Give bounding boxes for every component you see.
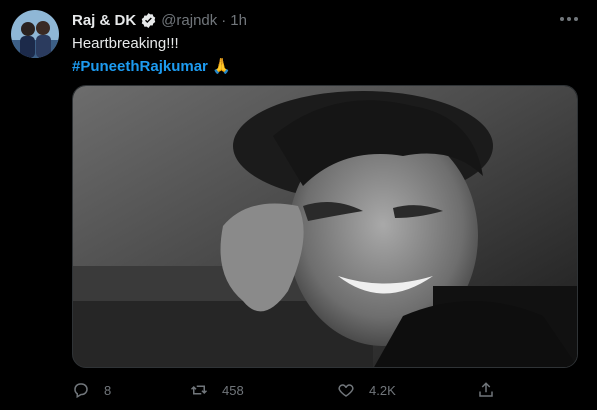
tweet-actions-bar: 8 458 4.2K [72, 374, 512, 406]
avatar[interactable] [11, 10, 59, 58]
tweet-hashtag-line: #PuneethRajkumar 🙏 [72, 55, 231, 78]
retweet-icon [190, 385, 208, 395]
verified-badge-icon [140, 12, 157, 29]
more-options-button[interactable] [555, 8, 583, 30]
share-icon [479, 382, 493, 397]
timestamp[interactable]: 1h [230, 12, 247, 29]
tweet-text: Heartbreaking!!! #PuneethRajkumar 🙏 [72, 33, 231, 78]
display-name[interactable]: Raj & DK [72, 12, 136, 29]
user-handle[interactable]: @rajndk [161, 12, 217, 29]
portrait-photo [73, 86, 577, 367]
retweet-button[interactable]: 458 [190, 374, 244, 406]
more-icon [560, 17, 578, 21]
folded-hands-emoji: 🙏 [212, 57, 231, 75]
like-button[interactable]: 4.2K [337, 374, 396, 406]
reply-count: 8 [104, 382, 112, 398]
like-count: 4.2K [369, 382, 396, 398]
avatar-image [11, 10, 59, 58]
tweet-header: Raj & DK @rajndk · 1h [72, 10, 247, 30]
heart-icon [338, 384, 354, 397]
tweet-text-line: Heartbreaking!!! [72, 35, 179, 52]
share-button[interactable] [477, 374, 495, 406]
reply-icon [74, 383, 88, 399]
reply-button[interactable]: 8 [72, 374, 111, 406]
tweet-image[interactable] [72, 85, 578, 368]
hashtag-link[interactable]: #PuneethRajkumar [72, 58, 208, 75]
separator-dot: · [221, 11, 227, 29]
retweet-count: 458 [222, 382, 244, 398]
